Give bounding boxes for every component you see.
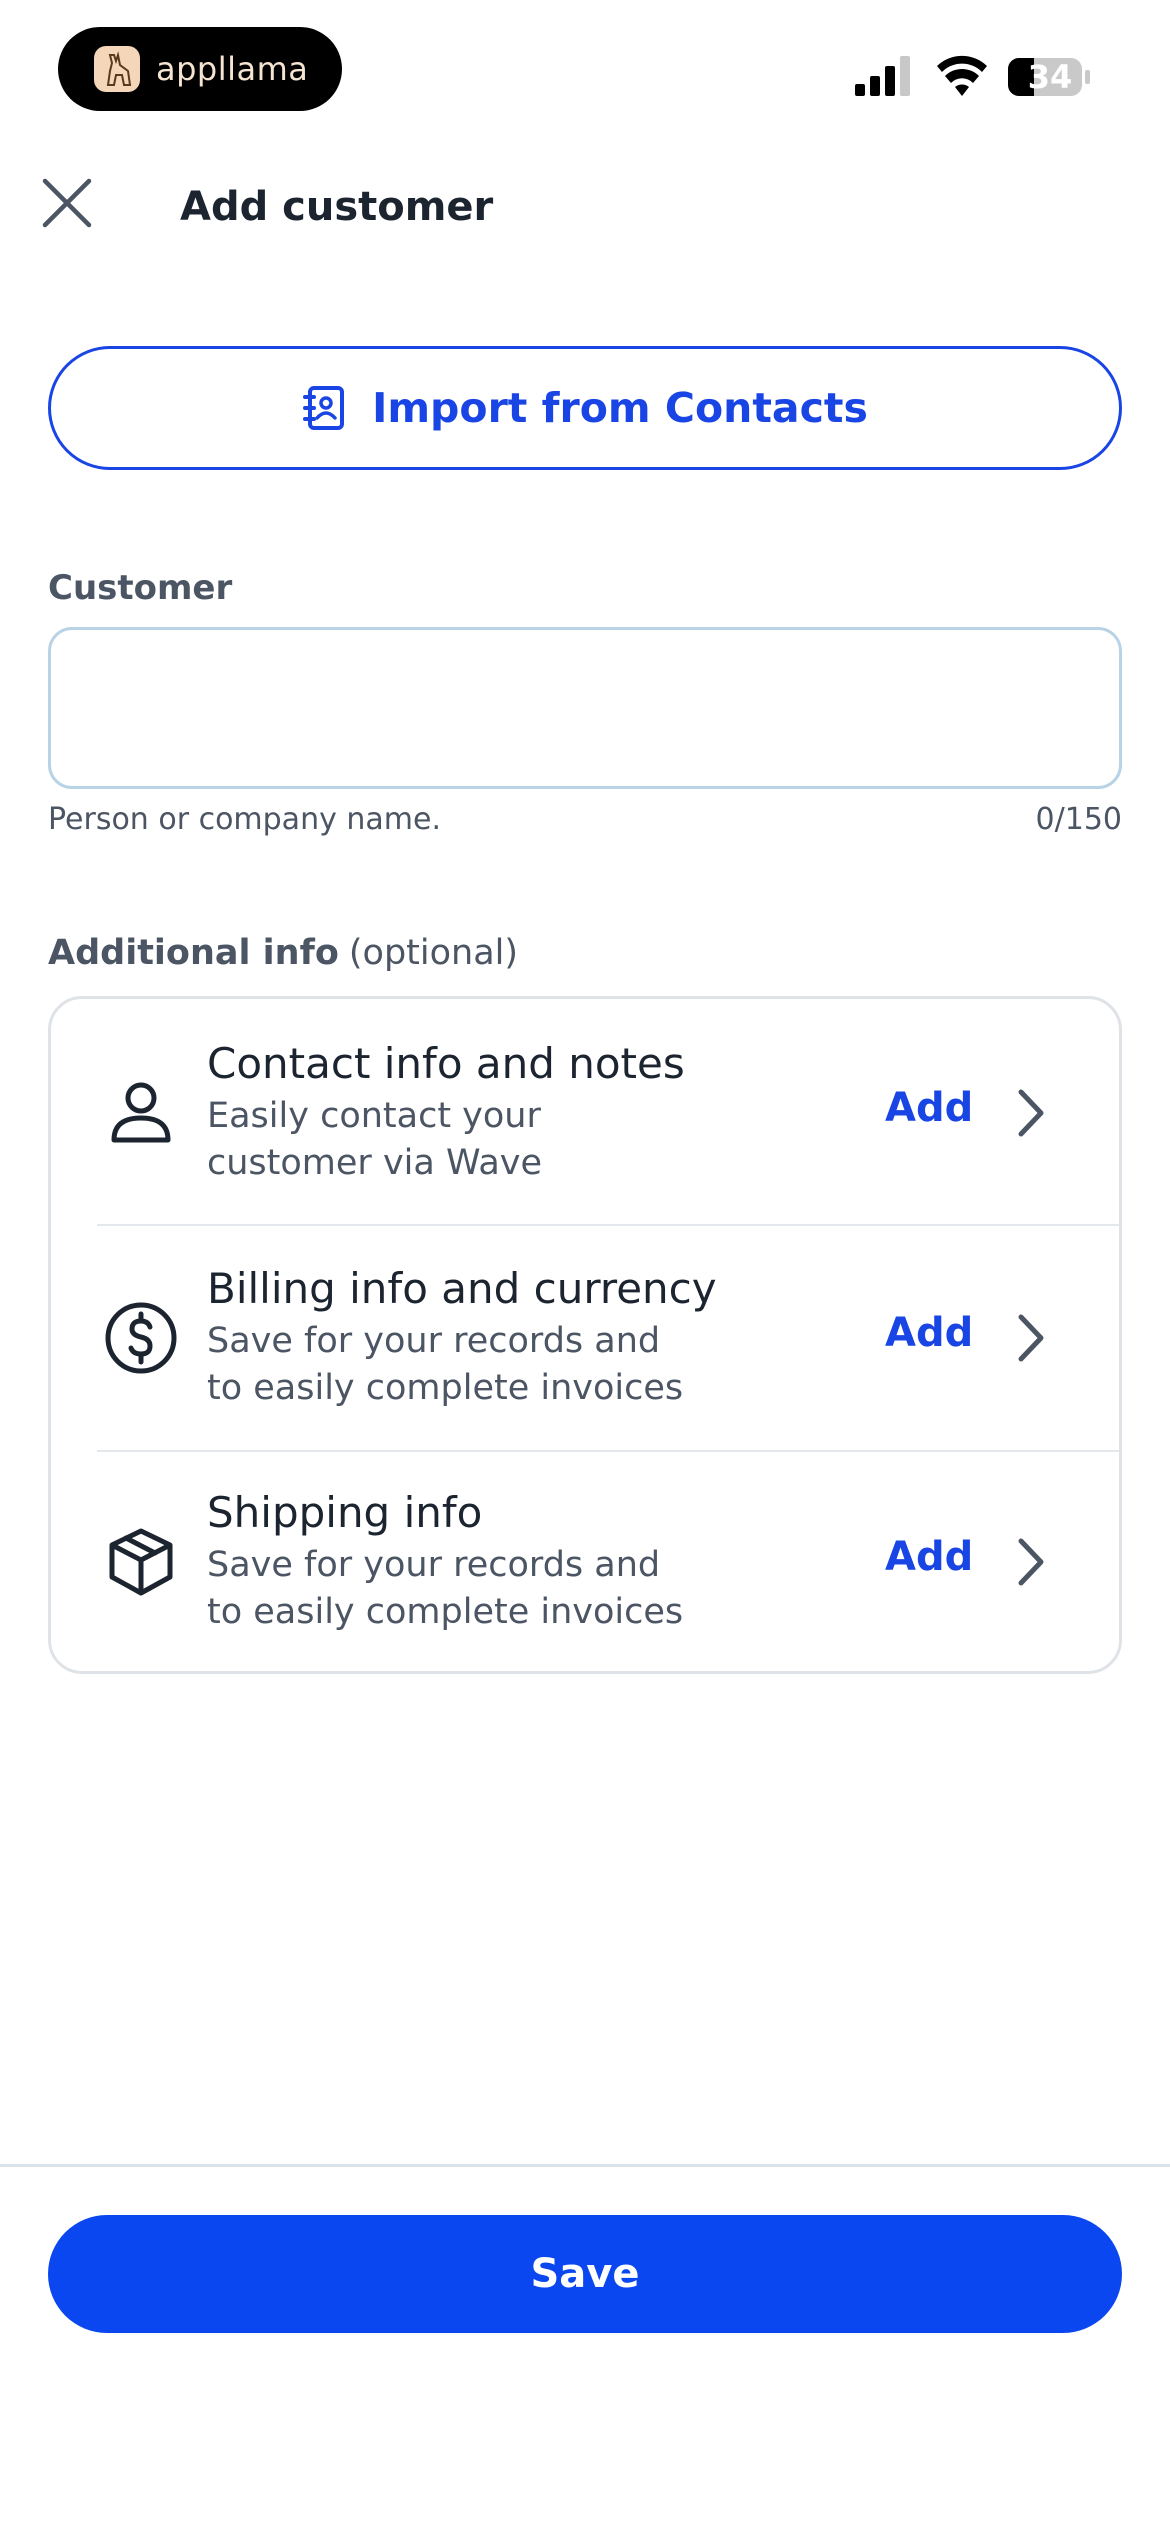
battery-level: 34 (1027, 58, 1073, 96)
row-subtitle-line-2: to easily complete invoices (207, 1368, 684, 1408)
package-icon (103, 1524, 179, 1600)
optional-tag: (optional) (348, 933, 519, 973)
contact-info-row[interactable]: Contact info and notes Easily contact yo… (51, 999, 1119, 1224)
additional-info-label: Additional info (optional) (48, 933, 518, 973)
dollar-circle-icon (103, 1300, 179, 1376)
row-title: Contact info and notes (207, 1039, 685, 1088)
row-title: Billing info and currency (207, 1264, 717, 1313)
close-button[interactable] (36, 172, 98, 234)
add-billing-info-button[interactable]: Add (885, 1310, 973, 1356)
character-counter: 0/150 (1035, 802, 1122, 837)
app-badge: appllama (58, 27, 342, 111)
customer-field-label: Customer (48, 568, 233, 608)
import-from-contacts-button[interactable]: Import from Contacts (48, 346, 1122, 470)
close-icon (42, 178, 92, 228)
signal-icon (855, 56, 910, 96)
row-subtitle-line-1: Save for your records and (207, 1545, 661, 1585)
save-button[interactable]: Save (48, 2215, 1122, 2333)
wifi-icon (937, 55, 987, 96)
contacts-book-icon (302, 385, 348, 431)
row-subtitle-line-1: Save for your records and (207, 1321, 661, 1361)
chevron-right-icon (1011, 1308, 1051, 1368)
additional-info-title: Additional info (48, 933, 339, 973)
import-button-label: Import from Contacts (372, 384, 868, 432)
row-subtitle-line-2: to easily complete invoices (207, 1592, 684, 1632)
customer-name-input[interactable] (48, 627, 1122, 789)
row-subtitle-line-2: customer via Wave (207, 1143, 543, 1183)
add-shipping-info-button[interactable]: Add (885, 1534, 973, 1580)
row-subtitle-line-1: Easily contact your (207, 1096, 541, 1136)
add-contact-info-button[interactable]: Add (885, 1085, 973, 1131)
brand-name: appllama (156, 50, 309, 88)
person-icon (103, 1075, 179, 1151)
footer-divider (0, 2164, 1170, 2167)
row-title: Shipping info (207, 1488, 483, 1537)
additional-info-card: Contact info and notes Easily contact yo… (48, 996, 1122, 1674)
customer-helper-text: Person or company name. (48, 802, 441, 837)
llama-logo-icon (94, 46, 140, 92)
chevron-right-icon (1011, 1532, 1051, 1592)
shipping-info-row[interactable]: Shipping info Save for your records and … (51, 1452, 1119, 1671)
billing-info-row[interactable]: Billing info and currency Save for your … (51, 1226, 1119, 1451)
page-title: Add customer (180, 184, 494, 230)
chevron-right-icon (1011, 1083, 1051, 1143)
